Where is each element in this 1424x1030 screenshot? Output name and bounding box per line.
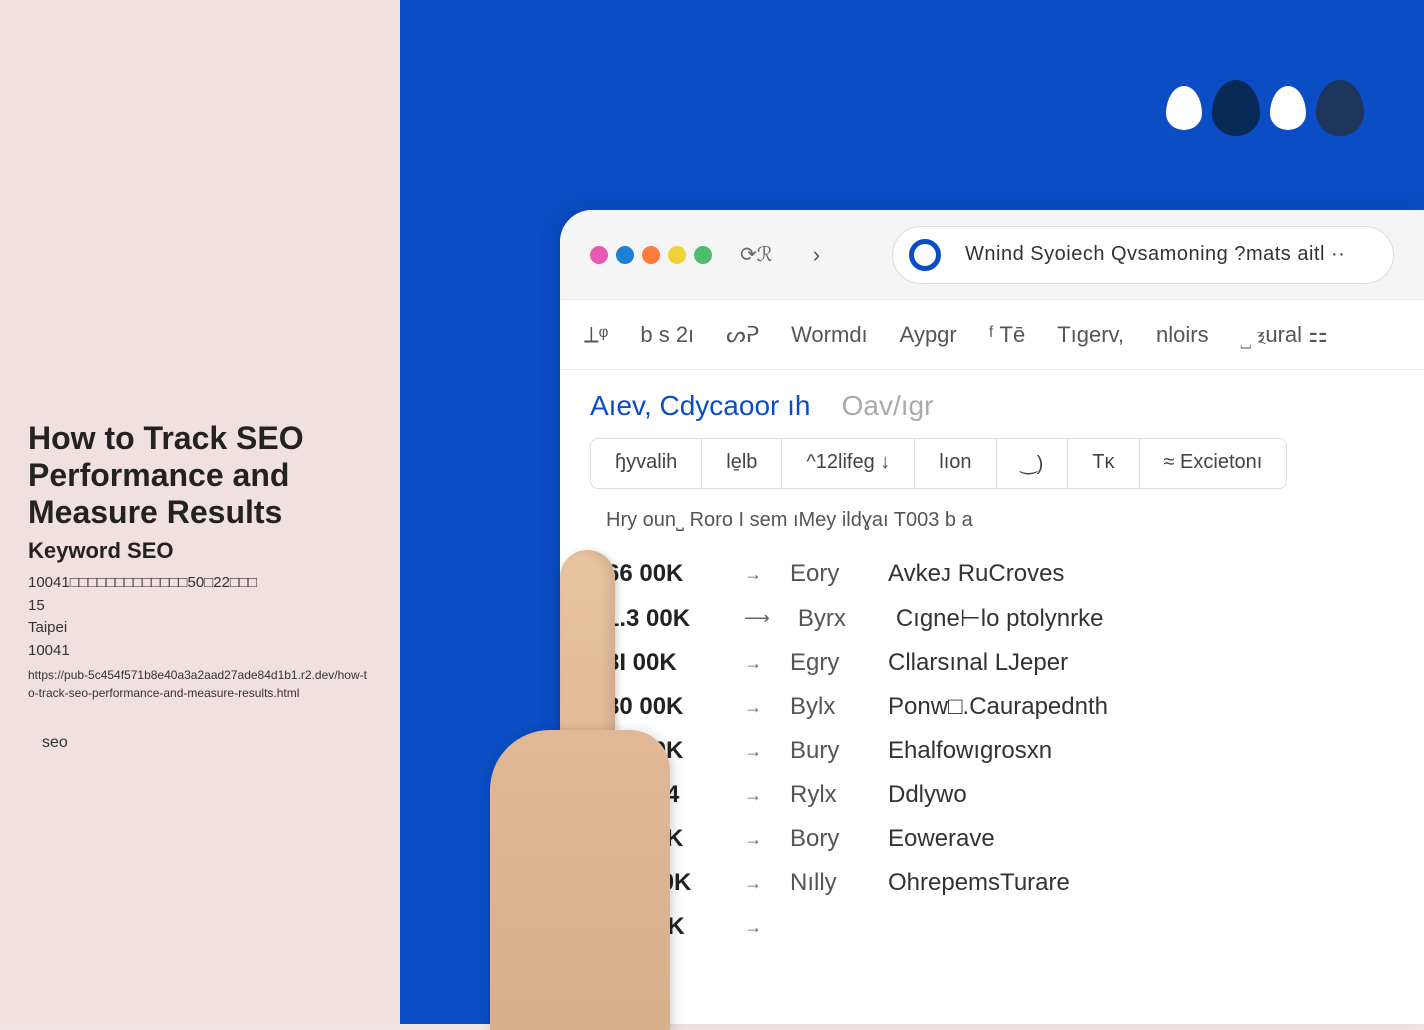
breadcrumb-secondary: Oav/ıgr: [842, 390, 934, 421]
browser-top-bar: ⟳ℛ › Wnind Syoiech Qvsamoning ?mats aitl…: [560, 210, 1424, 300]
filter-cell[interactable]: ^12lifeg ↓: [782, 439, 915, 488]
row-label: Cllarsınal LJeper: [888, 649, 1068, 677]
content-area: Aıev, Cdycaoor ıh Oav/ıgr ɧyvalih le̱lb …: [560, 370, 1424, 969]
logo-bubble: [1212, 80, 1260, 136]
row-mid: Bylx: [790, 693, 860, 721]
sub-header: Hry oun⎵ Roro I sem ıMey ildɣaı T003 b a: [590, 509, 1394, 532]
row-label: Cıgne⊢lo ptolynrke: [896, 604, 1104, 633]
tab-item[interactable]: ⎵ ⲝural ⚏: [1241, 322, 1328, 348]
page-subtitle: Keyword SEO: [28, 538, 372, 564]
address-line: 10041□□□□□□□□□□□□□50□22□□□: [28, 572, 372, 595]
row-mid: Bury: [790, 737, 860, 765]
tab-item[interactable]: Wormdı: [791, 322, 868, 348]
search-text: Wnind Syoiech Qvsamoning ?mats aitl ··: [965, 243, 1345, 266]
data-row[interactable]: 32 00K→BoryEowerave: [590, 817, 1394, 861]
floor-line: 15: [28, 595, 372, 618]
page-title: How to Track SEO Performance and Measure…: [28, 420, 372, 530]
arrow-icon: →: [744, 697, 762, 718]
tab-strip: ⟂ᵠ b s 2ı ᔕᕈ Wormdı Aypgr ᶠ Tē Tıgerv, n…: [560, 300, 1424, 370]
filter-cell[interactable]: ɧyvalih: [591, 439, 702, 488]
filter-cell[interactable]: Tᴋ: [1068, 439, 1139, 488]
data-row[interactable]: SO 00K→NıllyOhrepemsTurare: [590, 861, 1394, 905]
logo-bubble: [1264, 80, 1312, 136]
row-label: Ponw□.Caurapednth: [888, 693, 1108, 721]
arrow-icon: →: [744, 873, 762, 894]
browser-window: ⟳ℛ › Wnind Syoiech Qvsamoning ?mats aitl…: [560, 210, 1424, 1024]
page-url: https://pub-5c454f571b8e40a3a2aad27ade84…: [28, 666, 372, 702]
data-row[interactable]: 32 00K→BuryEhalfowıgrosxn: [590, 729, 1394, 773]
tab-item[interactable]: nloirs: [1156, 322, 1209, 348]
window-dot[interactable]: [668, 246, 686, 264]
arrow-icon: →: [744, 785, 762, 806]
filter-row: ɧyvalih le̱lb ^12lifeg ↓ lıon ‿) Tᴋ ≈ Ex…: [590, 438, 1287, 489]
logo-bubble: [1316, 80, 1364, 136]
chevron-right-icon[interactable]: ›: [801, 242, 832, 268]
arrow-icon: →: [744, 741, 762, 762]
filter-cell[interactable]: ≈ Excietonı: [1140, 439, 1287, 488]
row-mid: Byrx: [798, 605, 868, 633]
arrow-icon: →: [744, 653, 762, 674]
arrow-icon: →: [744, 829, 762, 850]
row-label: Ddlywo: [888, 781, 967, 809]
search-icon: [909, 239, 941, 271]
row-mid: Rylx: [790, 781, 860, 809]
data-row[interactable]: 80 00K→BylxPonw□.Caurapednth: [590, 685, 1394, 729]
data-row[interactable]: 17 004→RylxDdlywo: [590, 773, 1394, 817]
tab-item[interactable]: Aypgr: [900, 322, 957, 348]
row-mid: Bory: [790, 825, 860, 853]
postal-line: 10041: [28, 640, 372, 663]
tab-item[interactable]: Tıgerv,: [1057, 322, 1124, 348]
data-row[interactable]: 66 00K→EoryAvkeᴊ RuCroves: [590, 552, 1394, 596]
breadcrumb: Aıev, Cdycaoor ıh Oav/ıgr: [590, 390, 1394, 422]
city-line: Taipei: [28, 617, 372, 640]
left-info-panel: How to Track SEO Performance and Measure…: [0, 0, 400, 1024]
pointing-hand-illustration: [490, 550, 670, 1030]
nav-refresh-icon[interactable]: ⟳ℛ: [732, 242, 781, 267]
window-dot[interactable]: [694, 246, 712, 264]
data-row[interactable]: 1.3 00K⟶ByrxCıgne⊢lo ptolynrke: [590, 596, 1394, 641]
window-dot[interactable]: [616, 246, 634, 264]
logo-cluster: [1160, 80, 1364, 136]
tag-label: seo: [28, 726, 82, 760]
window-controls: [590, 246, 712, 264]
tab-item[interactable]: ⟂ᵠ: [584, 322, 608, 348]
arrow-icon: →: [744, 917, 762, 938]
row-label: Avkeᴊ RuCroves: [888, 560, 1064, 588]
search-bar[interactable]: Wnind Syoiech Qvsamoning ?mats aitl ··: [892, 226, 1394, 284]
filter-cell[interactable]: ‿): [997, 439, 1069, 488]
data-row[interactable]: 8I 00K→EgryCllarsınal LJeper: [590, 641, 1394, 685]
row-label: Eowerave: [888, 825, 995, 853]
logo-bubble: [1160, 80, 1208, 136]
row-label: Ehalfowıgrosxn: [888, 737, 1052, 765]
row-label: OhrepemsTurare: [888, 869, 1070, 897]
filter-cell[interactable]: lıon: [915, 439, 996, 488]
tab-item[interactable]: ᶠ Tē: [989, 322, 1025, 348]
tab-item[interactable]: ᔕᕈ: [726, 322, 759, 348]
row-mid: Nılly: [790, 869, 860, 897]
arrow-icon: →: [744, 564, 762, 585]
filter-cell[interactable]: le̱lb: [702, 439, 782, 488]
window-dot[interactable]: [590, 246, 608, 264]
row-mid: Eory: [790, 560, 860, 588]
breadcrumb-main: Aıev, Cdycaoor ıh: [590, 390, 810, 421]
window-dot[interactable]: [642, 246, 660, 264]
row-mid: Egry: [790, 649, 860, 677]
arrow-icon: ⟶: [744, 608, 770, 629]
tab-item[interactable]: b s 2ı: [640, 322, 694, 348]
data-row[interactable]: 8Ł 00K→: [590, 905, 1394, 949]
